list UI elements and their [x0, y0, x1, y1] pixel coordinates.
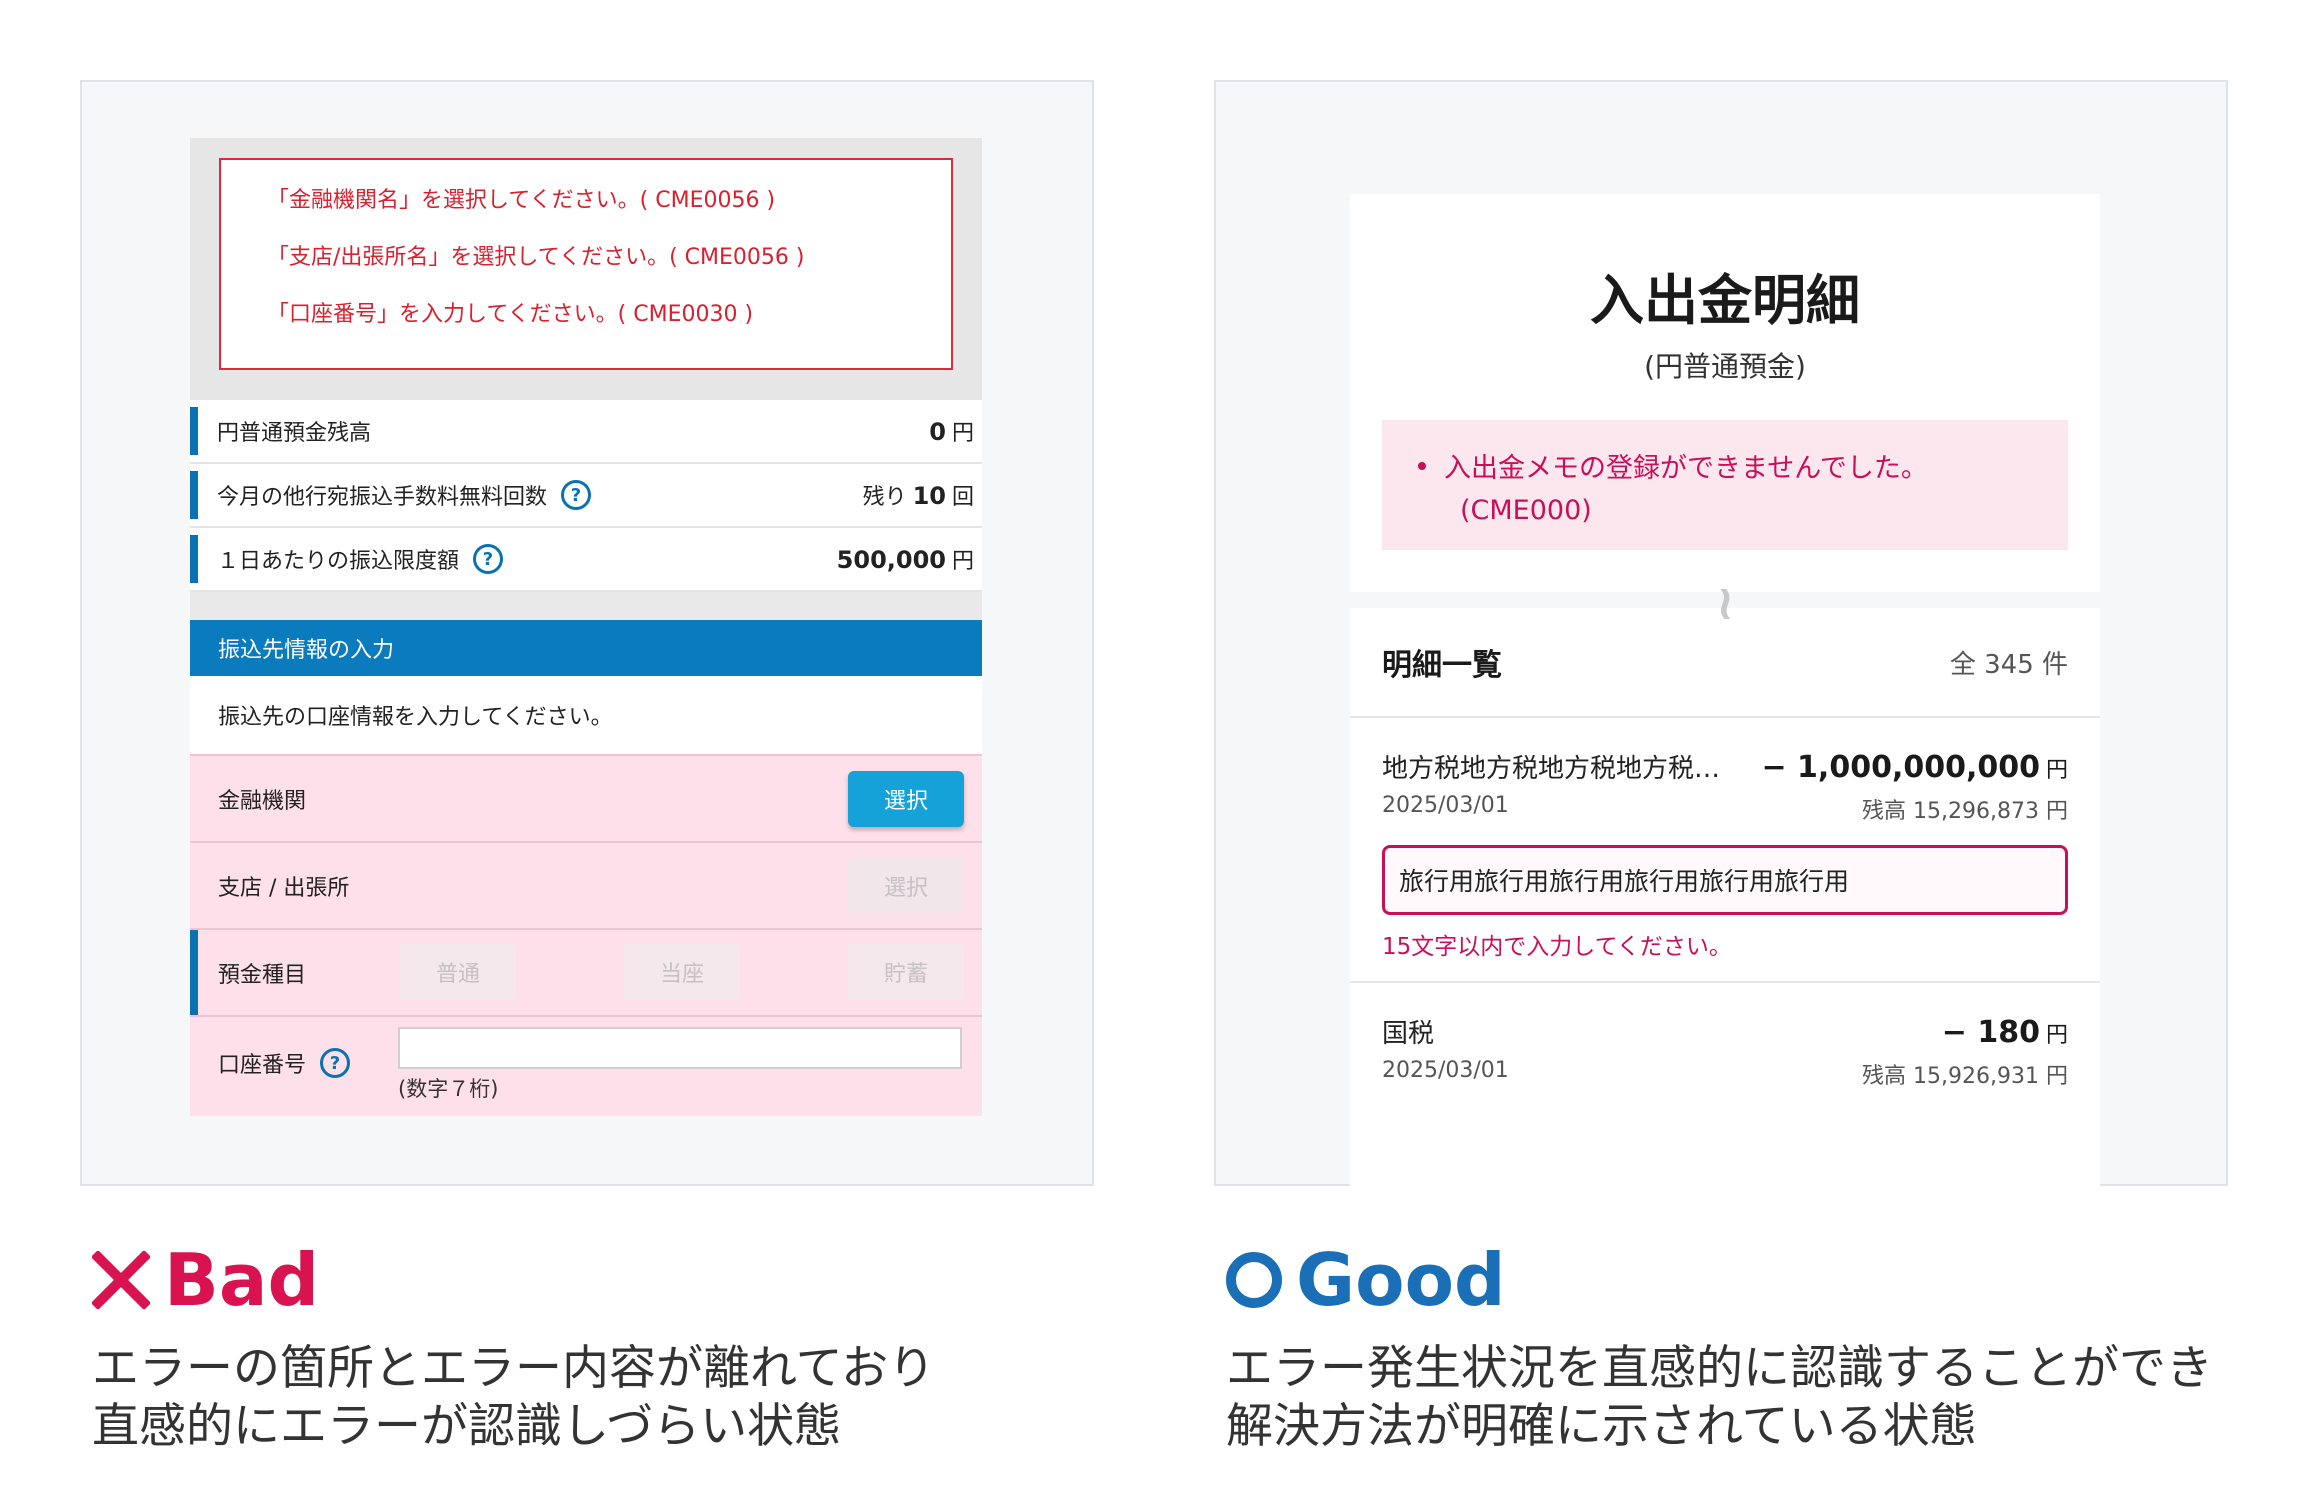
memo-error-message: 15文字以内で入力してください。 [1382, 934, 1732, 960]
list-item[interactable]: 地方税地方税地方税地方税… − 1,000,000,000 円 2025/03/0… [1350, 718, 2100, 983]
branch-label: 支店 / 出張所 [218, 875, 350, 901]
balance-value: 0円 [929, 418, 974, 446]
error-alert: 入出金メモの登録ができませんでした。 (CME000) [1382, 420, 2068, 550]
error-alert-code: (CME000) [1460, 495, 1592, 526]
item-name: 国税 [1382, 1019, 1435, 1049]
bad-label: Bad [164, 1238, 320, 1322]
transfer-limit-value: 500,000 円 [836, 546, 974, 574]
transfer-limit-label: １日あたりの振込限度額 [217, 549, 460, 574]
x-mark-icon [92, 1251, 150, 1309]
error-alert-message: 入出金メモの登録ができませんでした。 [1444, 453, 1928, 484]
account-number-label: 口座番号 [218, 1053, 307, 1078]
account-number-input[interactable] [398, 1027, 962, 1069]
balance-label: 円普通預金残高 [217, 421, 372, 446]
item-amount: − 180 円 [1941, 1015, 2068, 1050]
wave-break-icon: ~ [1698, 583, 1755, 625]
item-amount: − 1,000,000,000 円 [1761, 750, 2068, 785]
branch-select-button[interactable]: 選択 [848, 857, 964, 914]
statement-header-card: 入出金明細 (円普通預金) 入出金メモの登録ができませんでした。 (CME000… [1350, 194, 2100, 592]
branch-row: 支店 / 出張所 選択 [190, 841, 982, 928]
error-summary-area: 「金融機関名」を選択してください。( CME0056 ) 「支店/出張所名」を選… [190, 138, 982, 400]
section-description: 振込先の口座情報を入力してください。 [190, 676, 982, 754]
bullet-icon [1418, 461, 1426, 470]
bad-description: エラーの箇所とエラー内容が離れており 直感的にエラーが認識しづらい状態 [92, 1341, 936, 1454]
account-number-row: 口座番号 ? (数字７桁) [190, 1015, 982, 1116]
good-example-panel: 入出金明細 (円普通預金) 入出金メモの登録ができませんでした。 (CME000… [1214, 80, 2228, 1188]
transfer-limit-row: １日あたりの振込限度額 ? 500,000 円 [190, 528, 982, 592]
list-count: 全 345 件 [1949, 649, 2068, 680]
list-title: 明細一覧 [1382, 648, 1502, 683]
page-subtitle: (円普通預金) [1644, 350, 1806, 383]
circle-mark-icon [1226, 1252, 1282, 1308]
bad-example-panel: 「金融機関名」を選択してください。( CME0056 ) 「支店/出張所名」を選… [80, 80, 1094, 1186]
good-label: Good [1296, 1238, 1506, 1322]
bank-label: 金融機関 [218, 788, 307, 814]
memo-input[interactable]: 旅行用旅行用旅行用旅行用旅行用旅行用 [1382, 845, 2068, 915]
account-type-toza[interactable]: 当座 [624, 944, 740, 1000]
account-type-chochiku[interactable]: 貯蓄 [848, 944, 964, 1000]
help-circle-icon[interactable]: ? [320, 1048, 351, 1078]
free-count-label: 今月の他行宛振込手数料無料回数 [217, 485, 548, 510]
item-balance: 残高 15,926,931 円 [1862, 1064, 2068, 1089]
section-title: 振込先情報の入力 [190, 620, 982, 676]
free-count-value: 残り 10 回 [862, 482, 974, 510]
error-summary-box: 「金融機関名」を選択してください。( CME0056 ) 「支店/出張所名」を選… [219, 158, 953, 370]
bad-form-screen: 「金融機関名」を選択してください。( CME0056 ) 「支店/出張所名」を選… [190, 138, 982, 1116]
error-message: 「支店/出張所名」を選択してください。( CME0056 ) [267, 245, 805, 270]
list-header: 明細一覧 全 345 件 [1350, 608, 2100, 718]
list-item[interactable]: 国税 − 180 円 2025/03/01 残高 15,926,931 円 [1350, 983, 2100, 1110]
divider [190, 592, 982, 620]
good-description: エラー発生状況を直感的に認識することができ 解決方法が明確に示されている状態 [1226, 1341, 2213, 1454]
page-title: 入出金明細 [1590, 269, 1860, 332]
help-circle-icon[interactable]: ? [561, 480, 592, 510]
item-name: 地方税地方税地方税地方税… [1382, 754, 1721, 784]
statement-list-card: 明細一覧 全 345 件 地方税地方税地方税地方税… − 1,000,000,0… [1350, 608, 2100, 1188]
bank-select-button[interactable]: 選択 [848, 770, 964, 827]
free-count-row: 今月の他行宛振込手数料無料回数 ? 残り 10 回 [190, 464, 982, 528]
account-type-row: 預金種目 普通 当座 貯蓄 [190, 928, 982, 1015]
account-number-hint: (数字７桁) [398, 1077, 499, 1101]
item-balance: 残高 15,296,873 円 [1862, 799, 2068, 824]
item-date: 2025/03/01 [1382, 793, 1509, 818]
account-type-futsu[interactable]: 普通 [400, 944, 516, 1000]
balance-row: 円普通預金残高 0円 [190, 400, 982, 464]
error-message: 「金融機関名」を選択してください。( CME0056 ) [267, 188, 776, 213]
bad-heading: Bad [92, 1238, 319, 1322]
help-circle-icon[interactable]: ? [473, 544, 504, 574]
item-date: 2025/03/01 [1382, 1058, 1509, 1083]
error-message: 「口座番号」を入力してください。( CME0030 ) [267, 302, 754, 327]
good-heading: Good [1226, 1238, 1506, 1322]
bank-row: 金融機関 選択 [190, 754, 982, 841]
